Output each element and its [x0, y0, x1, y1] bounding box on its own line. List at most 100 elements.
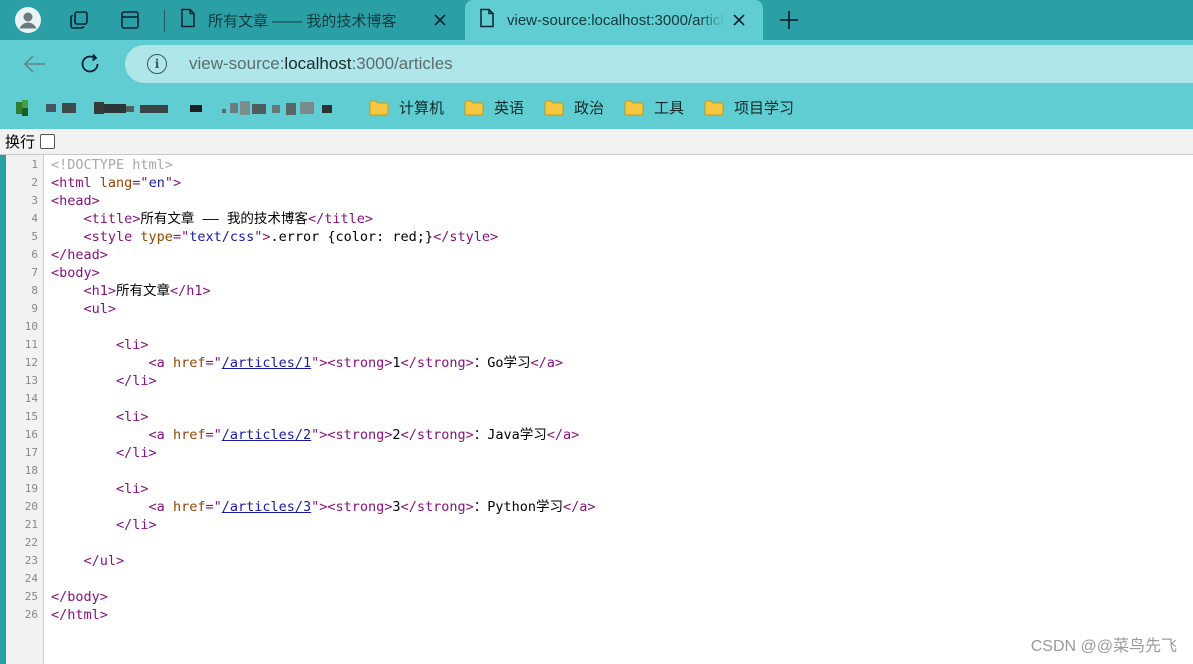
- code-token: =": [205, 355, 222, 371]
- line-number: 1: [31, 158, 38, 171]
- new-tab-button[interactable]: [776, 7, 802, 33]
- code-token: <h1>: [83, 283, 117, 299]
- line-number: 14: [24, 392, 38, 405]
- code-token: href: [172, 499, 206, 515]
- close-tab-icon[interactable]: [729, 10, 749, 30]
- code-token: 3: [392, 499, 401, 515]
- line-number: 15: [24, 410, 38, 423]
- bookmark-label: 政治: [574, 100, 605, 117]
- code-token: =": [172, 229, 190, 245]
- pixelated-bookmark-1[interactable]: [16, 100, 168, 116]
- tab-actions-icon[interactable]: [117, 7, 143, 33]
- page-icon: [479, 8, 495, 32]
- line-number: 16: [24, 428, 38, 441]
- line-number: 9: [31, 302, 38, 315]
- bookmark-folder-1[interactable]: 计算机: [369, 97, 444, 118]
- code-token: =": [205, 427, 222, 443]
- line-code: <a href="/articles/3"><strong>3</strong>…: [51, 498, 596, 516]
- reload-button[interactable]: [77, 51, 103, 77]
- code-token: <a: [148, 499, 173, 515]
- code-token: </ul>: [83, 553, 125, 569]
- line-code: </li>: [51, 372, 157, 390]
- code-token: </style>: [433, 229, 499, 245]
- code-token: </a>: [530, 355, 563, 371]
- code-token: </h1>: [170, 283, 211, 299]
- bookmark-folder-5[interactable]: 项目学习: [704, 97, 794, 118]
- code-token: ">: [311, 499, 328, 515]
- code-token: ">: [254, 229, 271, 245]
- line-wrap-bar: 换行: [0, 129, 1193, 155]
- profile-avatar-icon[interactable]: [15, 7, 41, 33]
- code-token: =": [205, 499, 222, 515]
- code-token: </html>: [51, 607, 108, 623]
- code-token: ：Python学习: [473, 499, 563, 515]
- workspaces-icon[interactable]: [66, 7, 92, 33]
- bookmark-folder-3[interactable]: 政治: [544, 97, 604, 118]
- code-token: </a>: [563, 499, 596, 515]
- code-token: 2: [392, 427, 401, 443]
- code-token: <html: [51, 175, 100, 191]
- code-token: 所有文章: [116, 283, 171, 299]
- line-number: 23: [24, 554, 38, 567]
- folder-icon: [704, 100, 724, 116]
- source-link[interactable]: /articles/3: [222, 499, 311, 515]
- line-code: <li>: [51, 336, 149, 354]
- source-link[interactable]: /articles/2: [222, 427, 311, 443]
- code-token: <li>: [116, 409, 149, 425]
- pixelated-bookmark-2[interactable]: [190, 100, 338, 115]
- line-code: </ul>: [51, 552, 125, 570]
- close-tab-icon[interactable]: [430, 10, 450, 30]
- code-token: 所有文章 —— 我的技术博客: [140, 211, 308, 227]
- code-token: <li>: [116, 481, 149, 497]
- code-token: </strong>: [400, 499, 474, 515]
- tab-view-source[interactable]: view-source:localhost:3000/articles: [465, 0, 763, 40]
- line-code: </head>: [51, 246, 108, 264]
- watermark: CSDN @@菜鸟先飞: [1030, 638, 1177, 655]
- code-token: </li>: [116, 445, 157, 461]
- code-token: <ul>: [83, 301, 117, 317]
- line-number: 10: [24, 320, 38, 333]
- code-token: <!DOCTYPE html>: [51, 157, 173, 173]
- line-number: 6: [31, 248, 38, 261]
- line-number: 18: [24, 464, 38, 477]
- code-token: </strong>: [400, 355, 474, 371]
- line-number: 21: [24, 518, 38, 531]
- line-number: 26: [24, 608, 38, 621]
- site-info-icon[interactable]: i: [147, 54, 167, 74]
- bookmark-label: 英语: [494, 100, 525, 117]
- code-token: <title>: [83, 211, 141, 227]
- back-button[interactable]: [22, 51, 48, 77]
- bookmarks-bar: 计算机 英语 政治 工具 项目学习: [0, 88, 1193, 129]
- line-number: 2: [31, 176, 38, 189]
- line-wrap-checkbox[interactable]: [40, 134, 56, 149]
- bookmark-folder-2[interactable]: 英语: [464, 97, 524, 118]
- code-token: <li>: [116, 337, 149, 353]
- line-code: <head>: [51, 192, 100, 210]
- tab-blog[interactable]: 所有文章 —— 我的技术博客: [166, 0, 464, 40]
- bookmark-folder-4[interactable]: 工具: [624, 97, 684, 118]
- line-code: </body>: [51, 588, 108, 606]
- folder-icon: [369, 100, 389, 116]
- line-code: <li>: [51, 480, 149, 498]
- line-number: 19: [24, 482, 38, 495]
- line-number: 4: [31, 212, 38, 225]
- code-token: ">: [311, 427, 328, 443]
- line-wrap-label: 换行: [5, 134, 36, 151]
- url-text: view-source:localhost:3000/articles: [189, 54, 453, 73]
- source-link[interactable]: /articles/1: [222, 355, 311, 371]
- tab-strip: 所有文章 —— 我的技术博客 view-source:localhost:300…: [0, 0, 1193, 40]
- line-number: 5: [31, 230, 38, 243]
- address-bar[interactable]: i view-source:localhost:3000/articles: [125, 45, 1193, 83]
- folder-icon: [544, 100, 564, 116]
- code-token: <strong>: [327, 427, 393, 443]
- line-code: <html lang="en">: [51, 174, 181, 192]
